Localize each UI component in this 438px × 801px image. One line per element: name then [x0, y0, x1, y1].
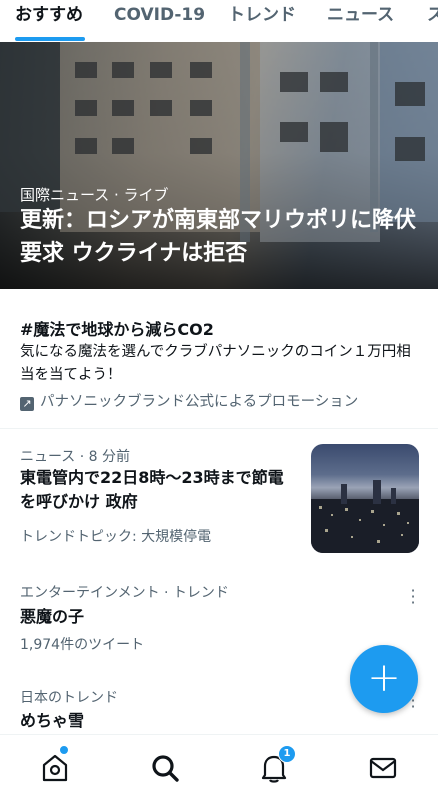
tab-news[interactable]: ニュース [327, 4, 394, 26]
trend-meta: エンターテインメント · トレンド [20, 585, 229, 601]
notification-badge: 1 [278, 745, 296, 763]
news-topic: トレンドトピック: 大規模停電 [20, 529, 212, 545]
city-image [311, 480, 419, 553]
search-icon[interactable] [148, 751, 182, 785]
bottom-navigation: 1 [0, 734, 438, 801]
promoted-by: ↗ パナソニックブランド公式によるプロモーション [20, 390, 358, 411]
bell-icon[interactable]: 1 [257, 745, 296, 785]
news-meta: ニュース · 8 分前 [20, 449, 131, 465]
promoted-hashtag[interactable]: #魔法で地球から減らCO2 [20, 316, 214, 340]
explore-tabs: おすすめ COVID-19 トレンド ニュース ス [0, 0, 438, 42]
mail-icon[interactable] [366, 751, 400, 785]
divider [0, 428, 438, 429]
trend-tweet-count: 1,974件のツイート [20, 637, 145, 653]
tab-covid19[interactable]: COVID-19 [114, 4, 205, 26]
news-headline[interactable]: 東電管内で22日8時〜23時まで節電を呼びかけ 政府 [20, 466, 290, 514]
compose-tweet-button[interactable]: + [350, 645, 418, 713]
hero-meta: 国際ニュース · ライブ [20, 186, 169, 204]
promoted-description: 気になる魔法を選んでクラブパナソニックのコイン１万円相当を当てよう！ [20, 344, 411, 383]
home-icon[interactable] [38, 745, 72, 785]
hero-news-card[interactable]: 国際ニュース · ライブ 更新：ロシアが南東部マリウポリに降伏要求 ウクライナは… [0, 42, 438, 289]
tab-recommended[interactable]: おすすめ [15, 4, 83, 26]
tab-trends[interactable]: トレンド [228, 4, 296, 26]
active-tab-indicator [15, 37, 85, 41]
more-options-icon[interactable]: ··· [407, 583, 419, 611]
promoted-by-label: パナソニックブランド公式によるプロモーション [40, 394, 359, 410]
trend-meta: 日本のトレンド [20, 690, 118, 706]
hero-headline[interactable]: 更新：ロシアが南東部マリウポリに降伏要求 ウクライナは拒否 [20, 204, 420, 270]
promoted-arrow-icon: ↗ [20, 397, 34, 411]
home-notification-dot [59, 745, 69, 755]
trend-title[interactable]: めちゃ雪 [20, 709, 84, 733]
trend-title[interactable]: 悪魔の子 [20, 605, 84, 629]
tab-sports[interactable]: ス [427, 4, 438, 26]
news-thumbnail[interactable] [311, 444, 419, 553]
